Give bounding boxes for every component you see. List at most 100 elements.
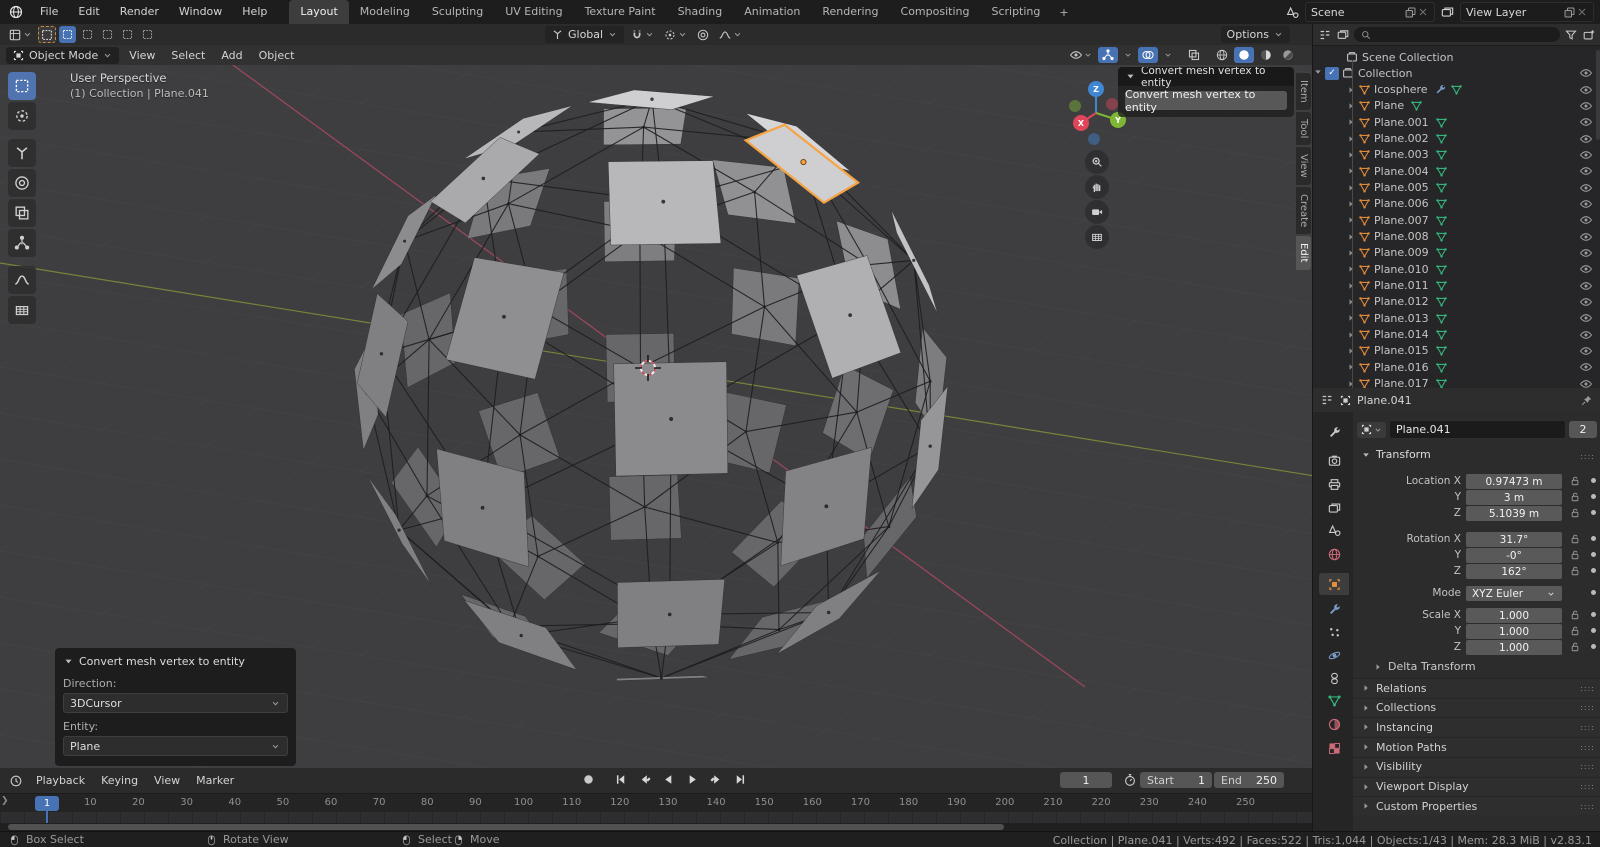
workspace-tab-scripting[interactable]: Scripting <box>980 0 1051 24</box>
section-custom-properties[interactable]: Custom Properties:::: <box>1353 796 1600 816</box>
outliner-row-collection[interactable]: ✓ Collection <box>1313 65 1600 81</box>
field-mode[interactable]: XYZ Euler <box>1466 586 1562 601</box>
outliner-row-plane.011[interactable]: Plane.011 <box>1313 278 1600 294</box>
convert-mesh-button[interactable]: Convert mesh vertex to entity <box>1125 88 1287 114</box>
shading-wireframe-button[interactable] <box>1212 47 1232 63</box>
outliner-row-plane.013[interactable]: Plane.013 <box>1313 310 1600 326</box>
outliner-row-plane.005[interactable]: Plane.005 <box>1313 180 1600 196</box>
box-select-tool-button[interactable] <box>8 72 36 100</box>
section-collections[interactable]: Collections:::: <box>1353 697 1600 717</box>
menu-edit[interactable]: Edit <box>68 0 109 24</box>
outliner-row-plane.014[interactable]: Plane.014 <box>1313 327 1600 343</box>
outliner-row-plane.004[interactable]: Plane.004 <box>1313 163 1600 179</box>
pin-icon[interactable] <box>1580 394 1593 407</box>
editor-type-dropdown[interactable] <box>6 26 35 43</box>
field-y[interactable]: 3 m <box>1466 490 1562 505</box>
viewport-menu-select[interactable]: Select <box>163 47 213 64</box>
workspace-tab-sculpting[interactable]: Sculpting <box>421 0 494 24</box>
properties-tab-view-layer[interactable] <box>1319 497 1349 519</box>
field-y[interactable]: -0° <box>1466 548 1562 563</box>
properties-tab-modifiers[interactable] <box>1319 598 1349 620</box>
panel-drag-dots[interactable]: :::: <box>1580 703 1595 712</box>
view-layer-selector-icon[interactable] <box>1437 4 1458 20</box>
outliner-row-plane.002[interactable]: Plane.002 <box>1313 131 1600 147</box>
viewport-menu-add[interactable]: Add <box>213 47 250 64</box>
outliner-row-plane.006[interactable]: Plane.006 <box>1313 196 1600 212</box>
outliner-row-scene-collection[interactable]: Scene Collection <box>1313 49 1600 65</box>
shading-rendered-button[interactable] <box>1278 47 1298 63</box>
orientation-dropdown[interactable]: Global <box>545 26 625 43</box>
xray-toggle[interactable] <box>1184 47 1204 63</box>
shading-material-button[interactable] <box>1256 47 1276 63</box>
properties-tab-texture[interactable] <box>1319 737 1349 759</box>
animate-dot[interactable] <box>1591 510 1596 515</box>
sidebar-tab-view[interactable]: View <box>1296 147 1311 185</box>
scene-field[interactable]: Scene <box>1305 2 1435 22</box>
properties-tab-tool[interactable] <box>1319 421 1349 443</box>
properties-tab-object-data[interactable] <box>1319 689 1349 711</box>
field-z[interactable]: 162° <box>1466 564 1562 579</box>
select-invert-button[interactable] <box>119 26 136 43</box>
properties-tab-material[interactable] <box>1319 713 1349 735</box>
panel-drag-dots[interactable]: :::: <box>1580 452 1595 461</box>
proportional-editing-toggle[interactable] <box>694 26 712 43</box>
play-button[interactable] <box>682 771 703 787</box>
animate-dot[interactable] <box>1591 612 1596 617</box>
operator-panel-header[interactable]: Convert mesh vertex to entity <box>63 652 288 670</box>
delta-transform-header[interactable]: Delta Transform <box>1373 660 1476 673</box>
workspace-tab-modeling[interactable]: Modeling <box>349 0 421 24</box>
properties-tab-constraints[interactable] <box>1319 667 1349 689</box>
outliner-row-plane.001[interactable]: Plane.001 <box>1313 114 1600 130</box>
outliner-row-plane[interactable]: Plane <box>1313 98 1600 114</box>
frame-start-field[interactable]: Start 1 <box>1140 772 1212 788</box>
outliner-row-plane.016[interactable]: Plane.016 <box>1313 359 1600 375</box>
field-rotation-x[interactable]: 31.7° <box>1466 532 1562 547</box>
sidebar-tab-edit[interactable]: Edit <box>1296 236 1311 270</box>
jump-to-start-button[interactable] <box>610 771 631 787</box>
overlays-toggle[interactable] <box>1138 47 1158 63</box>
workspace-tab-shading[interactable]: Shading <box>667 0 734 24</box>
select-subtract-button[interactable] <box>99 26 116 43</box>
animate-dot[interactable] <box>1591 568 1596 573</box>
panel-drag-dots[interactable]: :::: <box>1580 782 1595 791</box>
menu-render[interactable]: Render <box>110 0 169 24</box>
panel-drag-dots[interactable]: :::: <box>1580 762 1595 771</box>
object-name-field[interactable]: Plane.041 <box>1389 420 1566 439</box>
viewport-menu-object[interactable]: Object <box>251 47 303 64</box>
filter-type-dropdown[interactable] <box>1336 28 1350 42</box>
properties-tab-scene[interactable] <box>1319 519 1349 541</box>
properties-tab-physics[interactable] <box>1319 644 1349 666</box>
outliner-row-plane.015[interactable]: Plane.015 <box>1313 343 1600 359</box>
section-motion-paths[interactable]: Motion Paths:::: <box>1353 737 1600 757</box>
workspace-tab-uv-editing[interactable]: UV Editing <box>494 0 573 24</box>
current-frame-badge[interactable]: 1 <box>35 796 59 811</box>
play-reverse-button[interactable] <box>658 771 679 787</box>
field-y[interactable]: 1.000 <box>1466 624 1562 639</box>
properties-editor-type-button[interactable] <box>1320 393 1334 407</box>
users-count-button[interactable]: 2 <box>1569 421 1597 438</box>
next-keyframe-button[interactable] <box>706 771 727 787</box>
filter-dropdown[interactable] <box>1564 28 1578 42</box>
new-collection-button[interactable] <box>1582 28 1596 42</box>
animate-dot[interactable] <box>1591 536 1596 541</box>
gizmo-dropdown[interactable] <box>1120 47 1136 63</box>
outliner-row-plane.012[interactable]: Plane.012 <box>1313 294 1600 310</box>
timeline-track[interactable] <box>0 810 1312 823</box>
animate-dot[interactable] <box>1591 628 1596 633</box>
cursor-tool-button[interactable] <box>8 102 36 130</box>
outliner-search-input[interactable] <box>1354 27 1560 42</box>
field-z[interactable]: 1.000 <box>1466 640 1562 655</box>
add-workspace-button[interactable]: + <box>1051 6 1076 19</box>
panel-drag-dots[interactable]: :::: <box>1580 684 1595 693</box>
select-intersect-button[interactable] <box>139 26 156 43</box>
jump-to-end-button[interactable] <box>730 771 751 787</box>
properties-tab-particles[interactable] <box>1319 621 1349 643</box>
panel-drag-dots[interactable]: :::: <box>1580 743 1595 752</box>
sidebar-panel-header[interactable]: Convert mesh vertex to entity <box>1118 67 1294 89</box>
sidebar-tab-item[interactable]: Item <box>1296 73 1311 110</box>
viewport-menu-view[interactable]: View <box>121 47 163 64</box>
outliner-row-plane.003[interactable]: Plane.003 <box>1313 147 1600 163</box>
transform-tool-button[interactable] <box>8 229 36 257</box>
snap-target-dropdown[interactable] <box>661 26 690 43</box>
blender-logo-icon[interactable] <box>0 4 30 20</box>
